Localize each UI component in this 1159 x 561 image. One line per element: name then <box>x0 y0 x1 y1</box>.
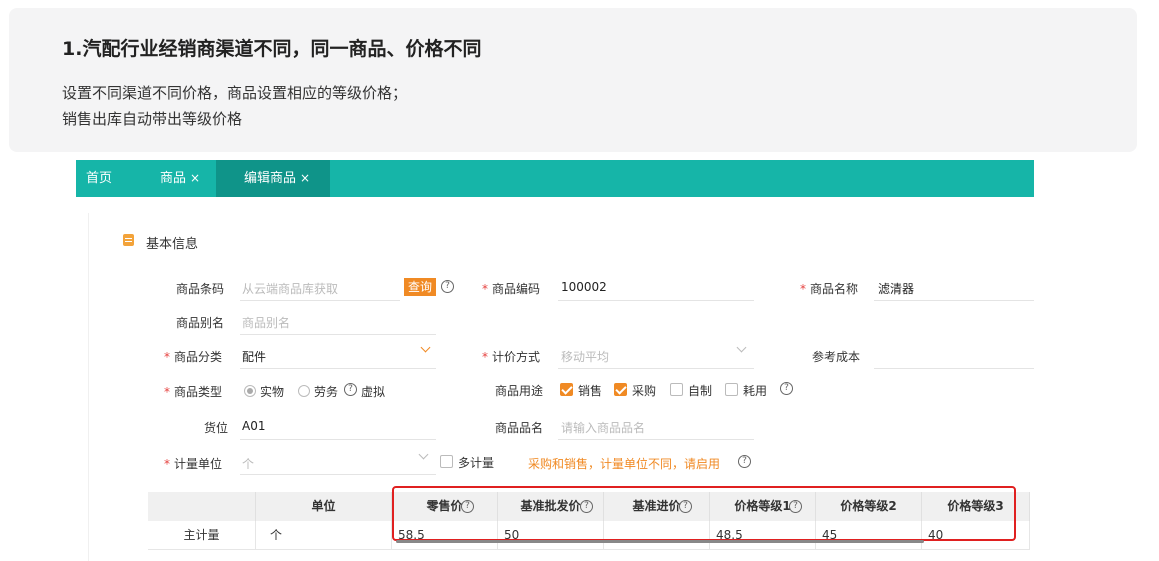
section-title: 基本信息 <box>146 237 199 252</box>
product-name-input[interactable]: 请输入商品品名 <box>561 419 645 436</box>
help-icon[interactable]: ? <box>344 383 357 396</box>
table-header-blank <box>148 492 256 521</box>
multi-unit-label: 多计量 <box>458 456 495 470</box>
intro-line-1: 设置不同渠道不同价格，商品设置相应的等级价格； <box>62 84 408 102</box>
type-label: * 商品类型 <box>164 383 222 400</box>
barcode-input[interactable]: 从云端商品库获取 <box>242 280 338 297</box>
tab-home[interactable]: 首页 <box>86 160 112 197</box>
usage-selfmade-label: 自制 <box>688 384 713 398</box>
pricing-label-text: 计价方式 <box>492 350 541 364</box>
unit-label: * 计量单位 <box>164 455 222 472</box>
code-label-text: 商品编码 <box>492 282 541 296</box>
required-mark: * <box>482 350 488 364</box>
usage-consume-label: 耗用 <box>743 384 768 398</box>
usage-label: 商品用途 <box>495 384 544 398</box>
ref-cost-underline[interactable] <box>874 368 1034 369</box>
name-label: * 商品名称 <box>800 280 858 297</box>
location-label: 货位 <box>204 421 229 435</box>
product-name-label: 商品品名 <box>495 421 544 435</box>
alias-underline <box>240 334 436 335</box>
unit-underline <box>240 474 436 475</box>
type-physical-label: 实物 <box>260 385 285 399</box>
tab-edit-label: 编辑商品 <box>244 171 297 186</box>
code-label: * 商品编码 <box>482 280 540 297</box>
location-underline <box>240 439 436 440</box>
type-physical-radio[interactable] <box>244 385 256 397</box>
alias-input[interactable]: 商品别名 <box>242 314 290 331</box>
usage-sales-label: 销售 <box>578 384 603 398</box>
barcode-label: 商品条码 <box>176 282 225 296</box>
category-label: * 商品分类 <box>164 348 222 365</box>
help-icon[interactable]: ? <box>780 382 793 395</box>
tab-goods[interactable]: 商品 × <box>160 160 200 197</box>
query-button[interactable]: 查询 <box>404 278 436 296</box>
name-input[interactable]: 滤清器 <box>878 280 914 297</box>
required-mark: * <box>164 457 170 471</box>
name-label-text: 商品名称 <box>810 282 859 296</box>
intro-line-2: 销售出库自动带出等级价格 <box>62 110 243 128</box>
usage-purchase-label: 采购 <box>632 384 657 398</box>
required-mark: * <box>164 350 170 364</box>
unit-select[interactable]: 个 <box>242 455 254 472</box>
usage-sales-checkbox[interactable] <box>560 383 573 396</box>
table-cell-unit[interactable]: 个 <box>256 521 392 550</box>
required-mark: * <box>800 282 806 296</box>
pricing-select[interactable]: 移动平均 <box>561 348 609 365</box>
help-icon[interactable]: ? <box>441 280 454 293</box>
category-label-text: 商品分类 <box>174 350 223 364</box>
code-input[interactable]: 100002 <box>561 280 607 294</box>
unit-warning: 采购和销售，计量单位不同，请启用 <box>528 457 721 471</box>
table-scrollbar[interactable] <box>396 540 924 543</box>
usage-consume-checkbox[interactable] <box>725 383 738 396</box>
pricing-label: * 计价方式 <box>482 348 540 365</box>
intro-title: 1.汽配行业经销商渠道不同，同一商品、价格不同 <box>62 38 482 60</box>
unit-label-text: 计量单位 <box>174 457 223 471</box>
table-header-unit: 单位 <box>256 492 392 521</box>
close-icon[interactable]: × <box>300 171 310 185</box>
tab-edit-goods[interactable]: 编辑商品 × <box>216 160 330 197</box>
form-section-icon <box>123 234 134 246</box>
type-service-label: 劳务 <box>314 385 339 399</box>
category-underline <box>240 368 436 369</box>
price-highlight-box <box>392 486 1016 541</box>
table-row-label: 主计量 <box>148 521 256 550</box>
location-input[interactable]: A01 <box>242 419 265 433</box>
multi-unit-checkbox[interactable] <box>440 455 453 468</box>
alias-label: 商品别名 <box>176 316 225 330</box>
tab-goods-label: 商品 <box>160 171 187 186</box>
intro-card: 1.汽配行业经销商渠道不同，同一商品、价格不同 设置不同渠道不同价格，商品设置相… <box>9 8 1137 152</box>
type-label-text: 商品类型 <box>174 385 223 399</box>
name-underline <box>874 300 1034 301</box>
tab-bar: 首页 商品 × 编辑商品 × <box>76 160 1034 197</box>
usage-selfmade-checkbox[interactable] <box>670 383 683 396</box>
product-name-underline <box>558 439 754 440</box>
pricing-underline <box>558 368 754 369</box>
help-icon[interactable]: ? <box>738 455 751 468</box>
close-icon[interactable]: × <box>190 171 200 185</box>
required-mark: * <box>482 282 488 296</box>
type-virtual-label: 虚拟 <box>361 385 386 399</box>
usage-purchase-checkbox[interactable] <box>614 383 627 396</box>
barcode-underline <box>240 300 400 301</box>
required-mark: * <box>164 385 170 399</box>
type-service-radio[interactable] <box>298 385 310 397</box>
app-window: 首页 商品 × 编辑商品 × 基本信息 商品条码 从云端商品库获取 查询 ? * 商品… <box>76 160 1034 561</box>
category-select[interactable]: 配件 <box>242 348 266 365</box>
code-underline <box>558 300 754 301</box>
ref-cost-label: 参考成本 <box>812 350 861 364</box>
